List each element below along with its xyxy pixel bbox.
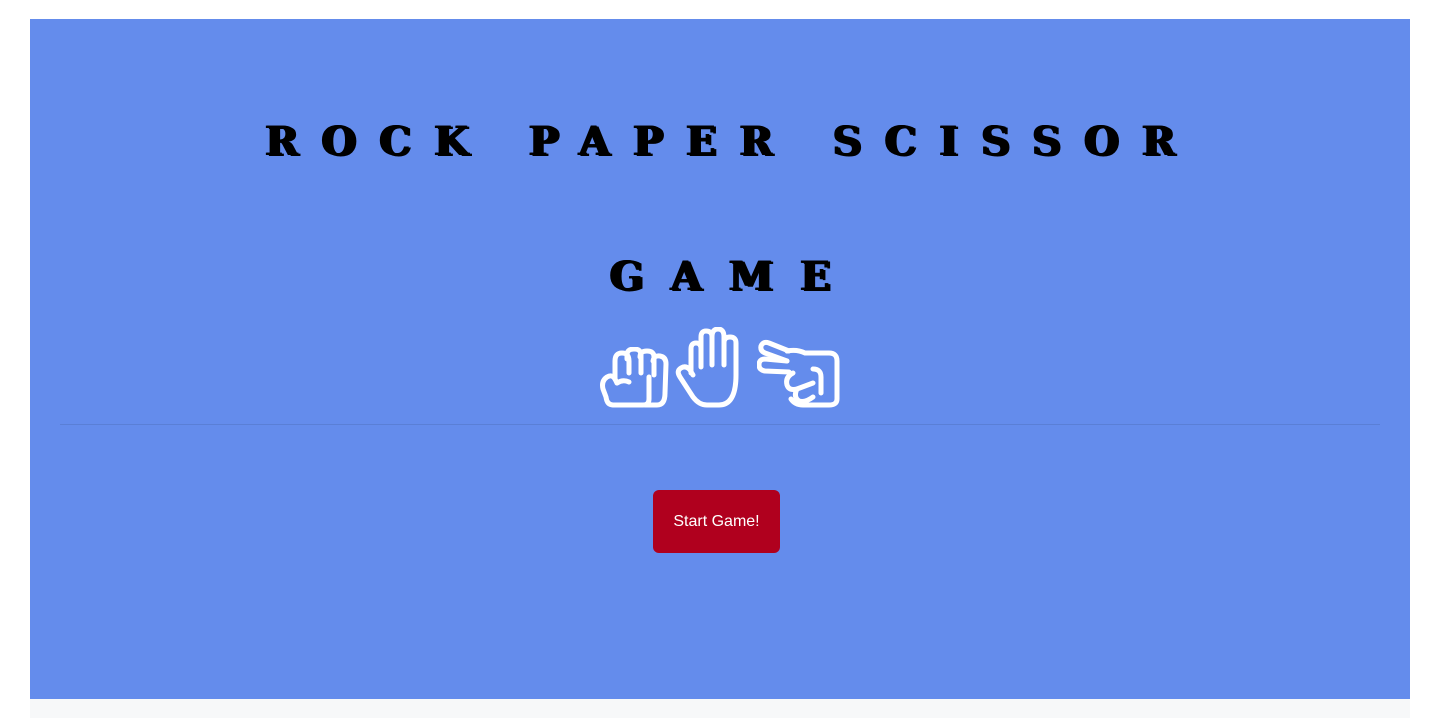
game-title-line-2: GAME: [609, 253, 858, 300]
game-title-line-1: ROCK PAPER SCISSOR: [265, 118, 1198, 165]
fist-icon: [599, 347, 669, 409]
scissors-hand-icon: [757, 337, 841, 409]
open-hand-icon: [675, 327, 751, 409]
hand-icons-row: [30, 327, 1410, 409]
page-footer-strip: [30, 699, 1410, 718]
section-divider: [60, 424, 1380, 425]
game-panel: ROCK PAPER SCISSOR GAME Start Game!: [30, 19, 1410, 699]
start-game-button[interactable]: Start Game!: [653, 490, 780, 553]
